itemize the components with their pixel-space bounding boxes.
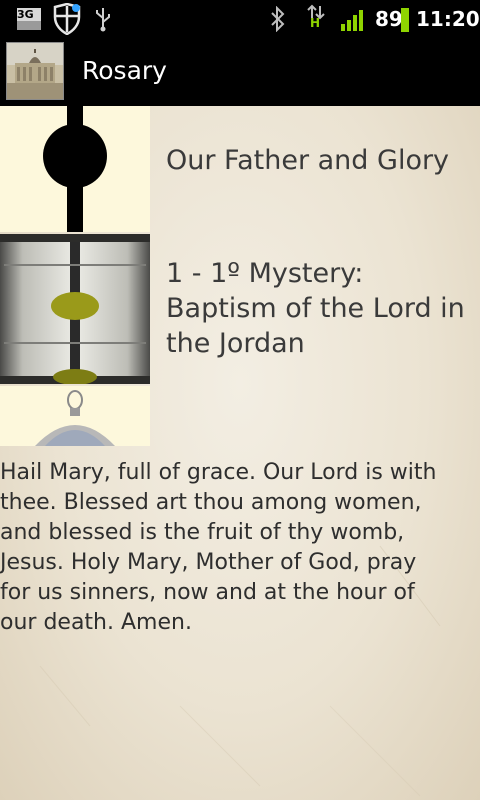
signal-letter: H: [310, 16, 321, 30]
mystery-bead-image[interactable]: [0, 234, 150, 385]
network-label: 3G: [17, 8, 34, 21]
prayer-line: Hail Mary, full of grace. Our Lord is wi…: [0, 460, 437, 485]
medal-icon: [35, 390, 115, 446]
action-bar: Rosary: [0, 38, 480, 108]
status-bar: 3G H 89 11:20: [0, 0, 480, 38]
bead-icon-selected: [0, 234, 150, 385]
prayer-text: Hail Mary, full of grace. Our Lord is wi…: [0, 458, 476, 638]
clock: 11:20: [416, 7, 480, 31]
mystery-line-3: the Jordan: [166, 328, 305, 359]
prayer-line: Jesus. Holy Mary, Mother of God, pray: [0, 550, 417, 575]
prayer-line: and blessed is the fruit of thy womb,: [0, 520, 405, 545]
usb-icon: [94, 6, 112, 36]
row-label-mystery[interactable]: 1 - 1º Mystery: Baptism of the Lord in t…: [166, 256, 476, 361]
prayer-line: for us sinners, now and at the hour of: [0, 580, 415, 605]
signal-icon: [340, 8, 368, 36]
row-label-our-father[interactable]: Our Father and Glory: [166, 143, 476, 178]
shield-icon: [52, 2, 82, 39]
basilica-icon[interactable]: [6, 42, 64, 100]
mystery-line-2: Baptism of the Lord in: [166, 293, 465, 324]
our-father-bead-image[interactable]: [0, 106, 150, 232]
app-title: Rosary: [82, 56, 167, 85]
bead-icon: [43, 106, 107, 232]
battery-level: 89: [375, 7, 403, 31]
prayer-line: thee. Blessed art thou among women,: [0, 490, 422, 515]
prayer-line: our death. Amen.: [0, 610, 192, 635]
bluetooth-icon: [270, 5, 286, 36]
battery-icon: [401, 8, 409, 36]
rosary-content: Our Father and Glory 1 - 1º Mystery: Bap…: [0, 106, 480, 800]
mystery-line-1: 1 - 1º Mystery:: [166, 258, 364, 289]
medal-image[interactable]: [0, 386, 150, 446]
